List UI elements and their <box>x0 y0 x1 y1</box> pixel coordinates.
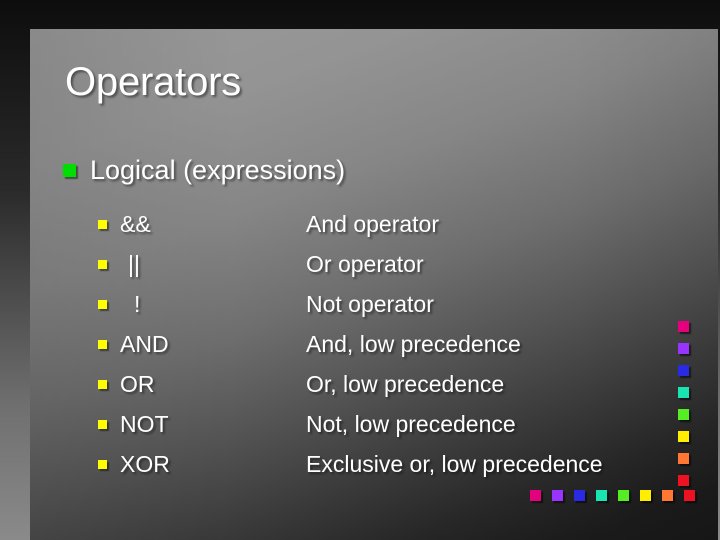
operator-list: && And operator || Or operator ! Not ope… <box>98 204 698 484</box>
yellow-square-bullet-icon <box>98 459 107 469</box>
decoration-swatch <box>678 387 689 398</box>
yellow-square-bullet-icon <box>98 299 107 309</box>
operator-description: Not operator <box>306 290 434 317</box>
slide: Operators Logical (expressions) && And o… <box>0 0 720 540</box>
yellow-square-bullet-icon <box>98 379 107 389</box>
list-item: && And operator <box>98 204 698 244</box>
decoration-swatch-column <box>678 321 689 497</box>
decoration-swatch <box>678 475 689 486</box>
operator-symbol: OR <box>120 370 155 397</box>
list-item: || Or operator <box>98 244 698 284</box>
list-item: ! Not operator <box>98 284 698 324</box>
slide-content-panel: Operators Logical (expressions) && And o… <box>30 29 718 540</box>
decoration-swatch <box>552 490 563 501</box>
list-item: OR Or, low precedence <box>98 364 698 404</box>
operator-description: Not, low precedence <box>306 410 516 437</box>
page-title: Operators <box>65 60 242 104</box>
decoration-swatch <box>640 490 651 501</box>
yellow-square-bullet-icon <box>98 339 107 349</box>
decoration-swatch <box>678 431 689 442</box>
operator-symbol: && <box>120 210 151 237</box>
bullet-level1: Logical (expressions) <box>63 157 345 184</box>
decoration-swatch <box>684 490 695 501</box>
yellow-square-bullet-icon <box>98 259 107 269</box>
decoration-swatch <box>678 321 689 332</box>
decoration-swatch <box>618 490 629 501</box>
list-item: AND And, low precedence <box>98 324 698 364</box>
operator-description: And, low precedence <box>306 330 521 357</box>
yellow-square-bullet-icon <box>98 419 107 429</box>
operator-symbol: ! <box>134 290 141 317</box>
decoration-swatch <box>574 490 585 501</box>
operator-symbol: || <box>128 250 140 277</box>
yellow-square-bullet-icon <box>98 219 107 229</box>
bullet-level1-label: Logical (expressions) <box>90 155 346 185</box>
decoration-swatch <box>530 490 541 501</box>
operator-symbol: AND <box>120 330 169 357</box>
green-square-bullet-icon <box>63 164 76 177</box>
operator-description: Or, low precedence <box>306 370 505 397</box>
decoration-swatch <box>596 490 607 501</box>
decoration-swatch <box>678 343 689 354</box>
list-item: NOT Not, low precedence <box>98 404 698 444</box>
operator-description: And operator <box>306 210 439 237</box>
decoration-swatch <box>678 453 689 464</box>
decoration-swatch <box>678 365 689 376</box>
decoration-swatch <box>678 409 689 420</box>
operator-description: Exclusive or, low precedence <box>306 450 603 477</box>
operator-symbol: XOR <box>120 450 170 477</box>
decoration-swatch-row <box>530 490 695 501</box>
list-item: XOR Exclusive or, low precedence <box>98 444 698 484</box>
operator-symbol: NOT <box>120 410 169 437</box>
decoration-swatch <box>662 490 673 501</box>
operator-description: Or operator <box>306 250 424 277</box>
